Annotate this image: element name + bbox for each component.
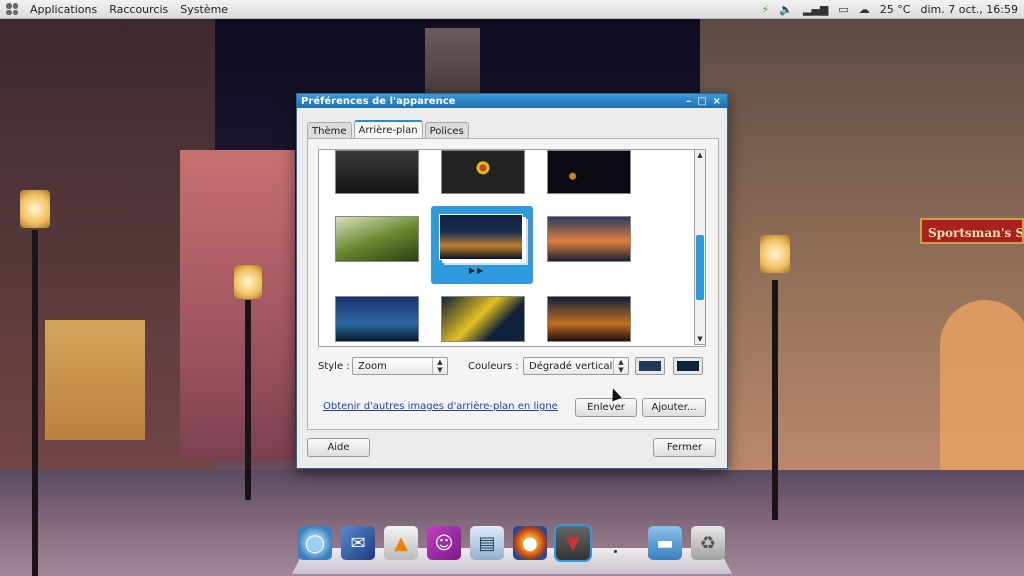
help-button[interactable]: Aide [307, 438, 370, 457]
colors-select[interactable]: Dégradé vertical ▲ ▼ [523, 357, 629, 375]
remove-button[interactable]: Enlever [575, 398, 637, 417]
wallpaper-thumbnail[interactable] [547, 150, 631, 194]
minimize-icon[interactable]: – [686, 96, 691, 107]
wallpaper-thumbnail[interactable] [547, 296, 631, 342]
gallery-scrollbar[interactable]: ▲ ▼ [694, 149, 706, 345]
background-tab-panel: ▶▶ ▲ ▼ Style : Zoom ▲ ▼ Couleurs : Dégrad… [307, 138, 719, 430]
vlc-icon[interactable]: ▲ [384, 526, 418, 560]
street-lamp [20, 190, 50, 228]
wallpaper-thumbnail[interactable] [335, 216, 419, 262]
scrollbar-handle[interactable] [696, 235, 704, 300]
firefox-icon[interactable]: ● [513, 526, 547, 560]
clock[interactable]: dim. 7 oct., 16:59 [920, 3, 1018, 16]
wallpaper-thumbnail[interactable] [439, 214, 523, 260]
colors-row: Couleurs : Dégradé vertical ▲ ▼ [468, 357, 703, 375]
wallpaper-shop-sign: Sportsman's Sh [920, 218, 1024, 244]
street-lamp-post [32, 230, 38, 576]
chromium-icon[interactable]: ◯ [298, 526, 332, 560]
wallpaper-thumbnail[interactable] [335, 150, 419, 194]
close-icon[interactable]: × [713, 96, 721, 107]
style-row: Style : Zoom ▲ ▼ [318, 357, 448, 375]
slideshow-icon: ▶▶ [469, 266, 486, 275]
wallpaper-building-pink [180, 150, 295, 460]
style-label: Style : [318, 360, 350, 372]
scroll-down-icon[interactable]: ▼ [695, 334, 705, 344]
street-lamp [234, 265, 262, 299]
wallpaper-gallery: ▶▶ [318, 149, 706, 347]
style-value: Zoom [358, 360, 387, 372]
network-signal-icon[interactable]: ▂▄▆ [803, 3, 828, 16]
close-button[interactable]: Fermer [653, 438, 716, 457]
wallpaper-shop-window [45, 320, 145, 440]
window-titlebar[interactable]: Préférences de l'apparence – □ × [297, 94, 727, 108]
wallpaper-thumbnail[interactable] [335, 296, 419, 342]
menu-applications[interactable]: Applications [24, 3, 103, 16]
colors-value: Dégradé vertical [529, 360, 613, 372]
primary-color-button[interactable] [635, 357, 665, 375]
colors-label: Couleurs : [468, 360, 519, 372]
dock-separator-icon [614, 550, 617, 553]
selected-wallpaper[interactable]: ▶▶ [431, 206, 533, 284]
power-icon[interactable]: ⚡ [762, 3, 770, 16]
menu-systeme[interactable]: Système [174, 3, 234, 16]
maximize-icon[interactable]: □ [697, 96, 706, 107]
online-backgrounds-link[interactable]: Obtenir d'autres images d'arrière-plan e… [323, 401, 558, 412]
combo-arrows-icon: ▲ ▼ [613, 358, 628, 374]
wallpaper-thumbnail[interactable] [441, 150, 525, 194]
battery-icon[interactable]: ▭ [838, 3, 848, 16]
appearance-preferences-window: Préférences de l'apparence – □ × Thème A… [296, 93, 728, 469]
dock: ◯ ✉ ▲ ☺ ▤ ● ▼ ▬ ♻ [296, 526, 728, 566]
secondary-color-swatch [677, 361, 699, 371]
wallpaper-tower [425, 28, 480, 98]
apps-logo-icon[interactable] [6, 3, 18, 15]
wallpaper-arch [940, 300, 1024, 490]
street-lamp-post [245, 300, 251, 500]
mail-icon[interactable]: ✉ [341, 526, 375, 560]
window-title: Préférences de l'apparence [301, 95, 456, 107]
weather-icon[interactable]: ☁ [859, 3, 870, 16]
wallpaper-thumbnail[interactable] [547, 216, 631, 262]
temperature[interactable]: 25 °C [880, 3, 911, 16]
volume-icon[interactable]: 🔈 [779, 3, 793, 16]
street-lamp [760, 235, 790, 273]
style-select[interactable]: Zoom ▲ ▼ [352, 357, 448, 375]
combo-arrows-icon: ▲ ▼ [432, 358, 447, 374]
top-panel: Applications Raccourcis Système ⚡ 🔈 ▂▄▆ … [0, 0, 1024, 19]
add-button[interactable]: Ajouter... [642, 398, 706, 417]
chat-icon[interactable]: ☺ [427, 526, 461, 560]
secondary-color-button[interactable] [673, 357, 703, 375]
document-icon[interactable]: ▤ [470, 526, 504, 560]
folder-icon[interactable]: ▬ [648, 526, 682, 560]
primary-color-swatch [639, 361, 661, 371]
suit-icon[interactable]: ▼ [556, 526, 590, 560]
trash-icon[interactable]: ♻ [691, 526, 725, 560]
menu-raccourcis[interactable]: Raccourcis [103, 3, 174, 16]
system-tray: ⚡ 🔈 ▂▄▆ ▭ ☁ 25 °C dim. 7 oct., 16:59 [762, 3, 1024, 16]
scroll-up-icon[interactable]: ▲ [695, 150, 705, 160]
street-lamp-post [772, 280, 778, 520]
wallpaper-thumbnail[interactable] [441, 296, 525, 342]
